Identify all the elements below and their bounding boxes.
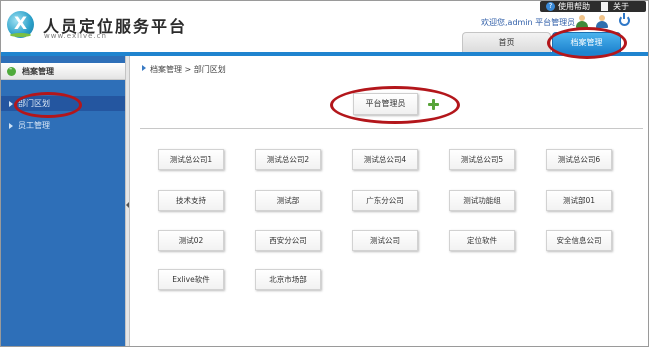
- department-button[interactable]: 测试总公司6: [546, 149, 612, 170]
- department-button[interactable]: 广东分公司: [352, 190, 418, 211]
- logo-icon: X: [7, 11, 34, 38]
- sidebar-section-title: 档案管理: [22, 67, 54, 76]
- department-button[interactable]: 测试02: [158, 230, 224, 251]
- divider: [140, 128, 643, 129]
- collapse-icon: [7, 64, 16, 76]
- department-button[interactable]: 测试部01: [546, 190, 612, 211]
- department-button[interactable]: Exlive软件: [158, 269, 224, 290]
- arrow-right-icon: [142, 65, 146, 71]
- department-button[interactable]: 测试功能组: [449, 190, 515, 211]
- department-button[interactable]: 测试总公司5: [449, 149, 515, 170]
- annotation-ellipse: [14, 92, 82, 118]
- collapse-arrow-icon[interactable]: [126, 202, 129, 208]
- annotation-ellipse: [547, 27, 627, 59]
- department-button[interactable]: 技术支持: [158, 190, 224, 211]
- annotation-ellipse: [330, 86, 460, 124]
- help-link[interactable]: 使用帮助: [558, 1, 590, 12]
- department-button[interactable]: 安全信息公司: [546, 230, 612, 251]
- welcome-text: 欢迎您,admin 平台管理员: [481, 18, 576, 27]
- department-button[interactable]: 测试总公司1: [158, 149, 224, 170]
- sidebar-item-label: 员工管理: [18, 121, 50, 130]
- department-button[interactable]: 测试总公司4: [352, 149, 418, 170]
- arrow-right-icon: [9, 101, 13, 107]
- top-toolbar: ? 使用帮助 关于: [540, 1, 646, 12]
- about-link[interactable]: 关于: [613, 1, 629, 12]
- breadcrumb: 档案管理 > 部门区划: [142, 64, 226, 75]
- app-window: X 人员定位服务平台 www.exlive.cn ? 使用帮助 关于 欢迎您,a…: [0, 0, 649, 347]
- sidebar-item-employee-management[interactable]: 员工管理: [1, 118, 125, 133]
- breadcrumb-text: 档案管理 > 部门区划: [150, 65, 226, 74]
- department-button[interactable]: 测试公司: [352, 230, 418, 251]
- arrow-right-icon: [9, 123, 13, 129]
- department-button[interactable]: 西安分公司: [255, 230, 321, 251]
- department-button[interactable]: 北京市场部: [255, 269, 321, 290]
- app-url: www.exlive.cn: [44, 32, 107, 40]
- sidebar-splitter[interactable]: [125, 56, 130, 346]
- department-button[interactable]: 测试部: [255, 190, 321, 211]
- about-icon[interactable]: [601, 2, 608, 11]
- power-icon[interactable]: [619, 13, 630, 26]
- tab-home[interactable]: 首页: [462, 32, 551, 52]
- department-button[interactable]: 测试总公司2: [255, 149, 321, 170]
- help-icon[interactable]: ?: [546, 2, 555, 11]
- department-button[interactable]: 定位软件: [449, 230, 515, 251]
- sidebar-section-header[interactable]: 档案管理: [1, 63, 125, 80]
